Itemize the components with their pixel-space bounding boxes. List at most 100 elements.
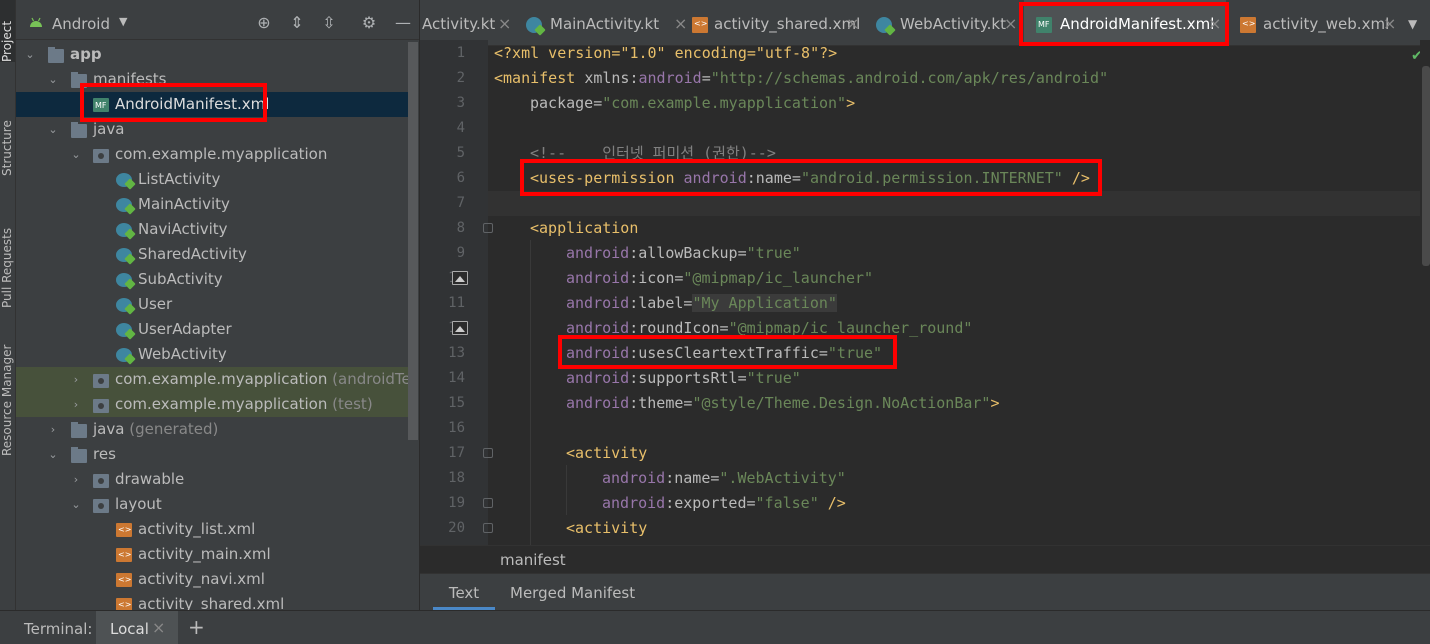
kotlin-class-icon: [116, 298, 132, 312]
xml-declaration: <?xml version="1.0" encoding="utf-8"?>: [494, 44, 838, 62]
tree-item-xml[interactable]: activity_shared.xml: [16, 592, 418, 610]
tree-item-class[interactable]: MainActivity: [16, 192, 418, 217]
resource-manager-tool-button[interactable]: Resource Manager: [0, 334, 15, 456]
manifest-file-icon: [1036, 17, 1052, 33]
tree-item-label: app: [70, 45, 102, 63]
tree-item-class[interactable]: SharedActivity: [16, 242, 418, 267]
kotlin-class-icon: [116, 248, 132, 262]
tree-item-androidmanifest[interactable]: AndroidManifest.xml: [16, 92, 418, 117]
tree-item-class[interactable]: UserAdapter: [16, 317, 418, 342]
tree-item-label: res: [93, 445, 116, 463]
chevron-down-icon[interactable]: ⌄: [70, 492, 82, 517]
code-line-17: <activity: [566, 444, 648, 462]
kotlin-class-icon: [116, 273, 132, 287]
tree-item-package-test[interactable]: › com.example.myapplication (test): [16, 392, 418, 417]
tree-item-drawable[interactable]: › drawable: [16, 467, 418, 492]
tree-item-label: activity_navi.xml: [138, 570, 265, 588]
structure-tool-button[interactable]: Structure: [0, 96, 15, 176]
tree-scrollbar[interactable]: [408, 42, 418, 440]
add-icon[interactable]: +: [188, 615, 205, 639]
kotlin-class-icon: [526, 17, 542, 33]
indent-guide: [530, 240, 531, 545]
tree-item-xml[interactable]: activity_main.xml: [16, 542, 418, 567]
tree-item-app[interactable]: ⌄ app: [16, 42, 418, 67]
tree-item-class[interactable]: SubActivity: [16, 267, 418, 292]
image-preview-icon[interactable]: [452, 271, 468, 285]
tree-item-label: AndroidManifest.xml: [115, 95, 270, 113]
expand-all-icon[interactable]: ⇕: [287, 13, 307, 33]
line-number: 2: [456, 70, 465, 86]
layout-file-icon: [116, 598, 132, 610]
tree-item-res[interactable]: ⌄ res: [16, 442, 418, 467]
tab-merged-manifest[interactable]: Merged Manifest: [510, 574, 635, 610]
chevron-down-icon[interactable]: ⌄: [70, 142, 82, 167]
chevron-down-icon[interactable]: ▼: [119, 15, 127, 28]
tree-item-class[interactable]: User: [16, 292, 418, 317]
folder-icon: [71, 122, 87, 138]
tree-item-java-generated[interactable]: › java (generated): [16, 417, 418, 442]
tree-item-label: NaviActivity: [138, 220, 228, 238]
layout-file-icon: [116, 573, 132, 587]
layout-file-icon: [692, 17, 708, 33]
hide-icon[interactable]: —: [393, 13, 413, 33]
tree-item-layout[interactable]: ⌄ layout: [16, 492, 418, 517]
project-tool-button[interactable]: Project: [0, 0, 15, 62]
code-line-5: <!-- 인터넷 퍼미션 (권한)-->: [530, 141, 1420, 166]
tree-item-class[interactable]: NaviActivity: [16, 217, 418, 242]
tree-item-xml[interactable]: activity_list.xml: [16, 517, 418, 542]
tree-item-hint: (test): [332, 395, 373, 413]
folder-icon: [71, 72, 87, 88]
close-icon[interactable]: ×: [152, 618, 165, 637]
breadcrumb-item[interactable]: manifest: [500, 546, 566, 574]
comment: <!-- 인터넷 퍼미션 (권한)-->: [530, 144, 776, 162]
pull-requests-tool-button[interactable]: Pull Requests: [0, 200, 15, 308]
chevron-right-icon[interactable]: ›: [70, 367, 82, 392]
line-number: 14: [448, 370, 465, 386]
code-line-12: android:roundIcon="@mipmap/ic_launcher_r…: [566, 319, 973, 337]
code-line-3: package="com.example.myapplication">: [530, 94, 856, 112]
image-preview-icon[interactable]: [452, 321, 468, 335]
line-number: 11: [448, 295, 465, 311]
line-number: 20: [448, 520, 465, 536]
code-editor[interactable]: <?xml version="1.0" encoding="utf-8"?> <…: [488, 40, 1420, 545]
tab-text[interactable]: Text: [433, 574, 495, 610]
chevron-down-icon[interactable]: ⌄: [47, 67, 59, 92]
structure-tool-label: Structure: [0, 120, 14, 176]
line-number-gutter: 1 2 3 4 5 6 7 8 9 10 11 12 13 14 15 16 1…: [420, 40, 488, 545]
tree-item-xml[interactable]: activity_navi.xml: [16, 567, 418, 592]
tree-item-package[interactable]: ⌄ com.example.myapplication: [16, 142, 418, 167]
editor-scrollbar-thumb[interactable]: [1422, 66, 1430, 266]
chevron-right-icon[interactable]: ›: [70, 467, 82, 492]
tree-item-java[interactable]: ⌄ java: [16, 117, 418, 142]
tree-item-class[interactable]: WebActivity: [16, 342, 418, 367]
tree-item-label: UserAdapter: [138, 320, 232, 338]
project-tool-label: Project: [0, 20, 14, 62]
project-view-selector[interactable]: Android: [52, 15, 110, 33]
folder-icon: [71, 447, 87, 463]
chevron-down-icon[interactable]: ⌄: [47, 442, 59, 467]
code-line-1: <?xml version="1.0" encoding="utf-8"?>: [494, 41, 1420, 66]
locate-file-icon[interactable]: ⊕: [254, 13, 274, 33]
chevron-down-icon[interactable]: ⌄: [47, 117, 59, 142]
tree-item-label: com.example.myapplication (test): [115, 395, 373, 413]
chevron-down-icon[interactable]: ⌄: [24, 42, 36, 67]
tree-item-class[interactable]: ListActivity: [16, 167, 418, 192]
folder-icon: [93, 474, 109, 488]
gear-icon[interactable]: ⚙: [359, 13, 379, 33]
tree-item-package-androidtest[interactable]: › com.example.myapplication (androidTest): [16, 367, 419, 392]
android-icon: [30, 17, 42, 27]
tree-item-label: layout: [115, 495, 162, 513]
tree-item-manifests[interactable]: ⌄ manifests: [16, 67, 418, 92]
line-number: 8: [456, 220, 465, 236]
code-line-8: <application: [530, 219, 639, 237]
tree-item-label: SharedActivity: [138, 245, 247, 263]
line-number: 7: [456, 195, 465, 211]
layout-file-icon: [1240, 17, 1256, 33]
tree-item-hint: (androidTest): [332, 370, 419, 388]
code-line-7-current: [488, 191, 1420, 216]
chevron-right-icon[interactable]: ›: [70, 392, 82, 417]
collapse-all-icon[interactable]: ⇳: [319, 13, 339, 33]
layout-file-icon: [116, 548, 132, 562]
tree-item-label: WebActivity: [138, 345, 227, 363]
chevron-right-icon[interactable]: ›: [47, 417, 59, 442]
